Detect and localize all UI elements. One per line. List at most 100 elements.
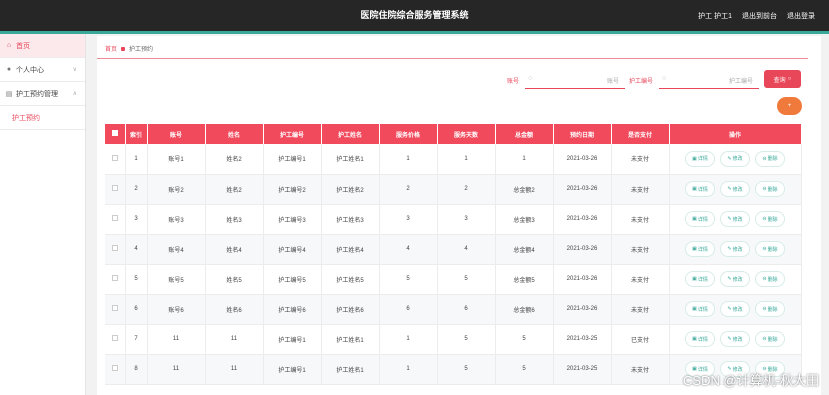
- action-label: 删除: [767, 156, 778, 163]
- row-checkbox[interactable]: [111, 245, 118, 251]
- add-button[interactable]: +: [777, 97, 802, 115]
- row-checkbox[interactable]: [111, 154, 118, 161]
- edit-button[interactable]: ✎ 修改: [720, 211, 750, 227]
- search-icon: ○: [787, 76, 792, 82]
- detail-button[interactable]: ▣ 详情: [685, 181, 715, 197]
- row-actions: ▣ 详情 ✎ 修改 ⊖ 删除: [670, 150, 801, 167]
- table-cell: 姓名2: [205, 174, 264, 205]
- breadcrumb-separator-icon: [121, 46, 126, 51]
- table-cell: 2021-03-26: [553, 264, 612, 295]
- edit-button[interactable]: ✎ 修改: [720, 271, 750, 287]
- row-actions-cell: ▣ 详情 ✎ 修改 ⊖ 删除: [669, 174, 802, 205]
- delete-button[interactable]: ⊖ 删除: [755, 241, 785, 257]
- watermark: CSDN @计算机-秋大田: [683, 373, 819, 388]
- table-body: 1 账号1 姓名2 护工编号1 护工姓名1 1 1 1 2021-03-26 未支付 ▣ 详情 ✎ 修改 ⊖…: [105, 144, 802, 385]
- column-header: 操作: [669, 124, 802, 144]
- row-checkbox[interactable]: [111, 275, 118, 281]
- table-cell: 1: [379, 354, 438, 385]
- exit-to-frontend-link[interactable]: 退出到前台: [742, 11, 777, 21]
- sidebar-subitem-caregiver-booking[interactable]: 护工预约: [0, 106, 85, 130]
- select-all-checkbox[interactable]: [111, 130, 118, 136]
- detail-button[interactable]: ▣ 详情: [685, 241, 715, 257]
- table-row: 6 账号6 姓名6 护工编号6 护工姓名6 6 6 总金额6 2021-03-26 未支付 ▣ 详情 ✎…: [105, 294, 802, 325]
- row-checkbox[interactable]: [111, 335, 118, 341]
- caregiver-search-group: 护工编号 ○ 护工编号: [629, 71, 760, 89]
- table-cell: 护工姓名1: [321, 354, 380, 385]
- table-cell: 2: [437, 174, 496, 205]
- row-actions-cell: ▣ 详情 ✎ 修改 ⊖ 删除: [669, 264, 802, 295]
- table-cell: 账号3: [147, 204, 206, 235]
- edit-icon: ✎: [727, 276, 732, 282]
- detail-icon: ▣: [692, 155, 697, 162]
- table-cell: 2021-03-26: [553, 144, 612, 175]
- table-cell: 总金额2: [495, 174, 554, 205]
- edit-button[interactable]: ✎ 修改: [720, 301, 750, 317]
- row-select-cell: [105, 294, 126, 325]
- edit-icon: ✎: [727, 246, 732, 252]
- table-cell: 姓名6: [205, 294, 264, 325]
- row-checkbox[interactable]: [111, 365, 118, 371]
- detail-button[interactable]: ▣ 详情: [685, 271, 715, 287]
- table-cell: 护工编号6: [263, 294, 322, 325]
- detail-icon: ▣: [692, 306, 697, 312]
- sidebar-item-personal-center[interactable]: ● 个人中心 ∨: [0, 58, 85, 82]
- chevron-up-icon: ∧: [72, 91, 77, 97]
- booking-table: 索引 账号 姓名 护工编号 护工姓名 服务价格 服务天数 总金额 预约日期 是否支付 操作 1 账号1…: [105, 124, 802, 385]
- detail-button[interactable]: ▣ 详情: [685, 331, 715, 347]
- edit-button[interactable]: ✎ 修改: [720, 241, 750, 257]
- sidebar-item-label: 个人中心: [16, 66, 44, 74]
- table-cell: 8: [125, 354, 148, 385]
- column-header: 索引: [125, 124, 148, 144]
- table-cell: 账号2: [147, 174, 206, 205]
- column-header: 姓名: [205, 124, 264, 144]
- delete-icon: ⊖: [762, 216, 767, 222]
- account-search-input[interactable]: ○ 账号: [525, 71, 626, 89]
- row-actions-cell: ▣ 详情 ✎ 修改 ⊖ 删除: [669, 234, 802, 265]
- table-cell: 未支付: [611, 234, 670, 265]
- detail-button[interactable]: ▣ 详情: [685, 211, 715, 227]
- user-icon: ●: [6, 66, 12, 73]
- edit-button[interactable]: ✎ 修改: [720, 181, 750, 197]
- table-cell: 护工编号5: [263, 264, 322, 295]
- table-cell: 4: [437, 234, 496, 265]
- current-user-link[interactable]: 护工 护工1: [698, 11, 732, 21]
- edit-button[interactable]: ✎ 修改: [720, 150, 750, 167]
- delete-button[interactable]: ⊖ 删除: [755, 211, 785, 227]
- table-cell: 4: [125, 234, 148, 265]
- action-label: 详情: [697, 336, 708, 343]
- delete-button[interactable]: ⊖ 删除: [755, 331, 785, 347]
- detail-button[interactable]: ▣ 详情: [685, 301, 715, 317]
- edit-button[interactable]: ✎ 修改: [720, 331, 750, 347]
- breadcrumb-home[interactable]: 首页: [105, 44, 117, 53]
- row-checkbox[interactable]: [111, 215, 118, 221]
- delete-icon: ⊖: [762, 306, 767, 312]
- detail-icon: ▣: [692, 246, 697, 252]
- table-cell: 护工编号2: [263, 174, 322, 205]
- row-actions: ▣ 详情 ✎ 修改 ⊖ 删除: [670, 301, 801, 317]
- delete-button[interactable]: ⊖ 删除: [755, 181, 785, 197]
- table-cell: 总金额6: [495, 294, 554, 325]
- delete-button[interactable]: ⊖ 删除: [755, 301, 785, 317]
- table-cell: 3: [379, 204, 438, 235]
- delete-button[interactable]: ⊖ 删除: [755, 150, 785, 167]
- sidebar-item-home[interactable]: ⌂ 首页: [0, 34, 85, 58]
- row-actions-cell: ▣ 详情 ✎ 修改 ⊖ 删除: [669, 294, 802, 325]
- delete-button[interactable]: ⊖ 删除: [755, 271, 785, 287]
- row-actions: ▣ 详情 ✎ 修改 ⊖ 删除: [670, 271, 801, 287]
- detail-icon: ▣: [692, 276, 697, 282]
- table-cell: 未支付: [611, 354, 670, 385]
- caregiver-search-label: 护工编号: [629, 78, 654, 85]
- row-checkbox[interactable]: [111, 305, 118, 311]
- sidebar-item-label: 首页: [16, 42, 30, 50]
- query-button[interactable]: 查询 ○: [764, 70, 801, 88]
- column-header: 预约日期: [553, 124, 612, 144]
- sidebar-item-booking-management[interactable]: ▤ 护工预约管理 ∧: [0, 82, 85, 106]
- row-checkbox[interactable]: [111, 185, 118, 191]
- caregiver-search-input[interactable]: ○ 护工编号: [659, 71, 760, 89]
- detail-button[interactable]: ▣ 详情: [685, 150, 715, 167]
- delete-icon: ⊖: [762, 246, 767, 252]
- table-cell: 2: [379, 174, 438, 205]
- logout-link[interactable]: 退出登录: [787, 11, 815, 21]
- table-cell: 5: [125, 264, 148, 295]
- table-cell: 护工姓名1: [321, 144, 380, 175]
